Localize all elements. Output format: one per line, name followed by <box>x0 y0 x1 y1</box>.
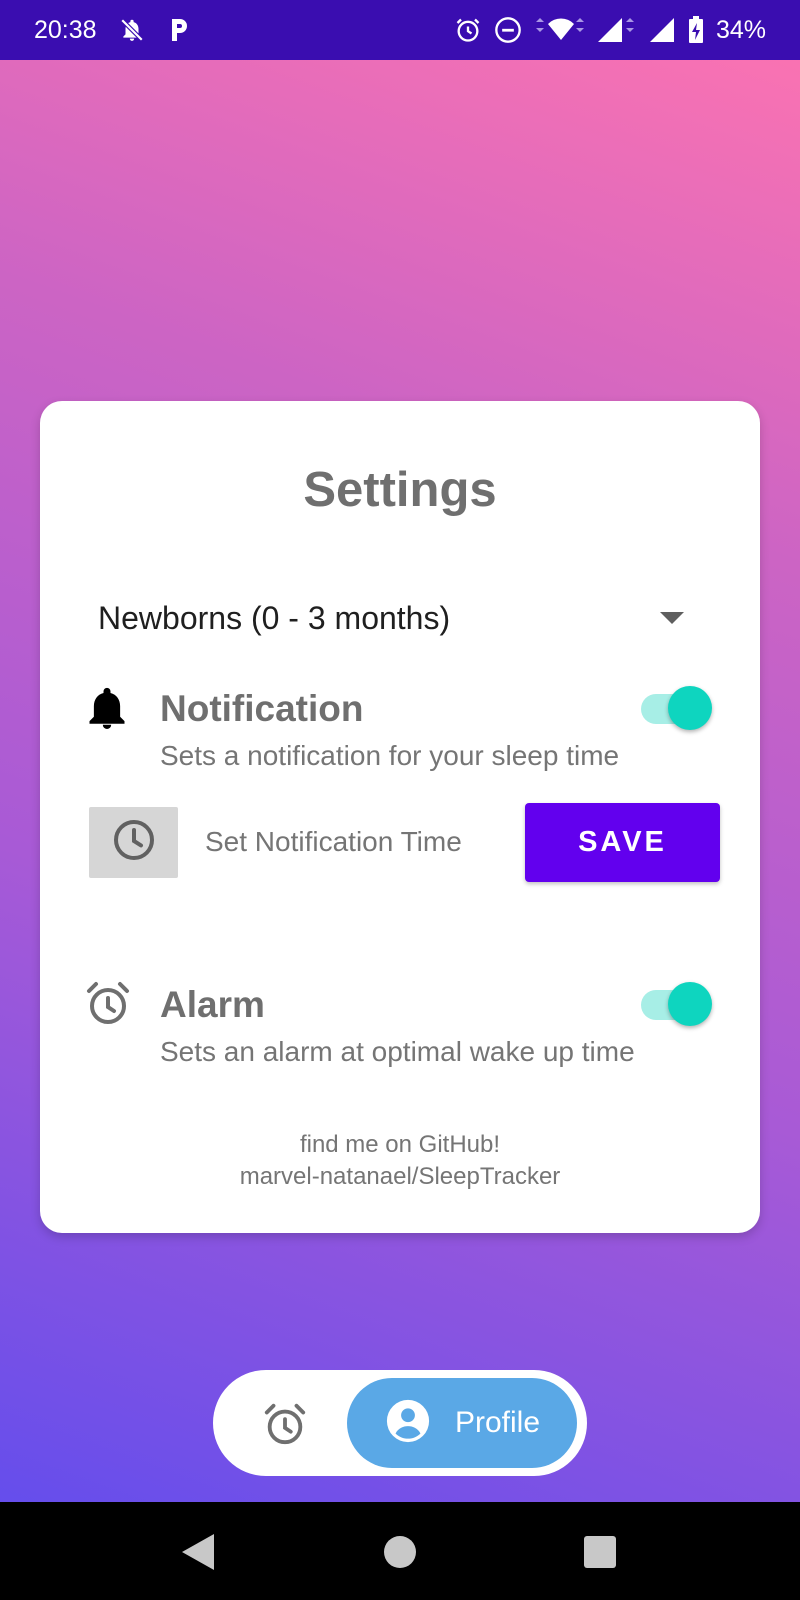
signal-icon <box>596 16 636 44</box>
alarm-title: Alarm <box>160 984 265 1025</box>
save-button[interactable]: SAVE <box>525 803 720 882</box>
bell-icon <box>86 684 128 737</box>
alarm-icon <box>454 16 482 44</box>
nav-profile-label: Profile <box>455 1406 541 1439</box>
status-bar: 20:38 34% <box>0 0 800 60</box>
toggle-thumb <box>668 982 712 1026</box>
signal-icon <box>648 16 676 44</box>
battery-charging-icon <box>688 16 704 44</box>
status-time: 20:38 <box>34 15 97 44</box>
nav-alarm-button[interactable] <box>262 1401 308 1447</box>
set-time-button[interactable] <box>89 807 178 878</box>
wifi-icon <box>534 16 584 44</box>
dropdown-arrow-icon <box>660 612 684 624</box>
alarm-toggle[interactable] <box>641 980 713 1030</box>
notifications-off-icon <box>119 17 145 43</box>
account-circle-icon <box>385 1398 431 1449</box>
set-notification-time-label: Set Notification Time <box>205 826 462 857</box>
age-group-value: Newborns (0 - 3 months) <box>98 599 451 636</box>
do-not-disturb-icon <box>494 16 522 44</box>
age-group-dropdown[interactable]: Newborns (0 - 3 months) <box>98 594 684 642</box>
nav-profile-button[interactable]: Profile <box>347 1378 577 1468</box>
back-icon[interactable] <box>180 1532 216 1577</box>
recents-icon[interactable] <box>583 1535 617 1574</box>
notification-description: Sets a notification for your sleep time <box>160 740 620 771</box>
notification-toggle[interactable] <box>641 684 713 734</box>
github-text: find me on GitHub! <box>299 1131 501 1158</box>
home-icon[interactable] <box>383 1535 417 1574</box>
system-nav-bar <box>0 1502 800 1600</box>
notification-title: Notification <box>160 688 364 729</box>
github-repo-link[interactable]: marvel-natanael/SleepTracker <box>0 1163 800 1191</box>
clock-icon <box>110 816 158 869</box>
alarm-description: Sets an alarm at optimal wake up time <box>160 1036 635 1067</box>
battery-level: 34% <box>715 15 766 44</box>
settings-title: Settings <box>303 463 497 517</box>
parking-icon <box>167 17 191 43</box>
toggle-thumb <box>668 686 712 730</box>
alarm-icon <box>84 979 132 1032</box>
